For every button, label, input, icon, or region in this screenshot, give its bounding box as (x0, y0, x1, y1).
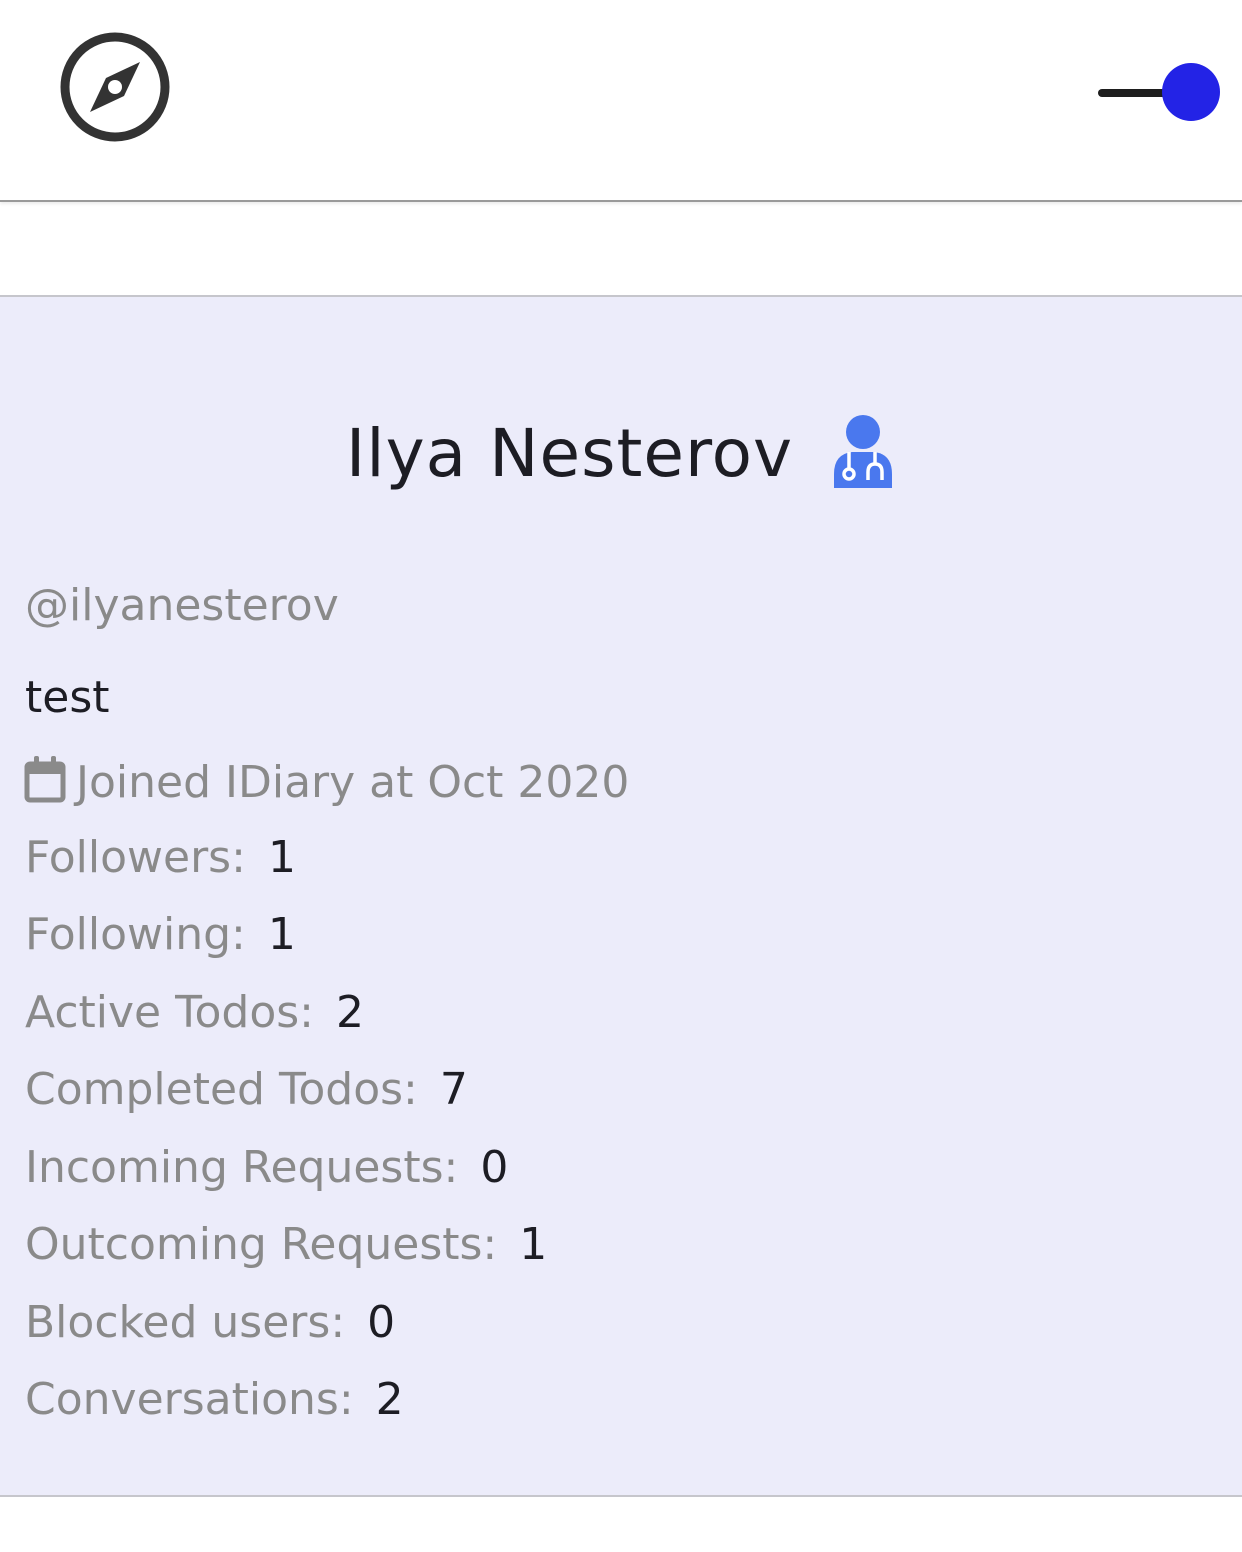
stat-outcoming-requests[interactable]: Outcoming Requests: 1 (25, 1219, 547, 1270)
calendar-icon (24, 756, 66, 803)
stat-value: 0 (367, 1297, 396, 1348)
user-doctor-icon (834, 414, 893, 488)
joined-date: Joined IDiary at Oct 2020 (24, 755, 629, 808)
stat-following[interactable]: Following: 1 (25, 909, 296, 960)
toggle-knob (1162, 63, 1220, 121)
stat-label: Conversations: (25, 1374, 354, 1425)
joined-text: Joined IDiary at Oct 2020 (76, 757, 630, 808)
profile-card: Ilya Nesterov @ilyanesterov test Joined … (0, 295, 1242, 1497)
stat-label: Incoming Requests: (25, 1142, 459, 1193)
stat-value: 1 (519, 1219, 548, 1270)
profile-header: Ilya Nesterov (0, 414, 1242, 515)
stat-followers[interactable]: Followers: 1 (25, 832, 296, 883)
stat-label: Blocked users: (25, 1297, 346, 1348)
stat-value: 0 (480, 1142, 509, 1193)
stat-value: 2 (375, 1374, 404, 1425)
stat-completed-todos[interactable]: Completed Todos: 7 (25, 1064, 468, 1115)
username: @ilyanesterov (25, 580, 339, 631)
stat-active-todos[interactable]: Active Todos: 2 (25, 987, 364, 1038)
stat-conversations[interactable]: Conversations: 2 (25, 1374, 404, 1425)
stat-incoming-requests[interactable]: Incoming Requests: 0 (25, 1142, 508, 1193)
profile-name: Ilya Nesterov (345, 415, 794, 492)
top-bar (0, 0, 1242, 202)
compass-icon[interactable] (58, 30, 172, 144)
theme-toggle[interactable] (1094, 60, 1224, 124)
stat-label: Followers: (25, 832, 246, 883)
stat-label: Outcoming Requests: (25, 1219, 498, 1270)
stat-label: Following: (25, 909, 246, 960)
stat-label: Active Todos: (25, 987, 315, 1038)
stat-value: 1 (267, 832, 296, 883)
stat-value: 1 (267, 909, 296, 960)
stat-blocked-users[interactable]: Blocked users: 0 (25, 1297, 395, 1348)
stat-label: Completed Todos: (25, 1064, 418, 1115)
bio-text: test (25, 672, 110, 723)
stat-value: 7 (439, 1064, 468, 1115)
stat-value: 2 (336, 987, 365, 1038)
